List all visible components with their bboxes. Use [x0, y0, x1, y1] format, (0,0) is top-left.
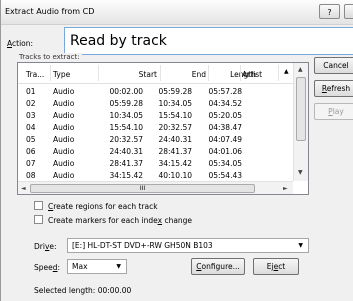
cell-start: 10:34.05 [109, 111, 143, 120]
column-header-start[interactable]: Start [139, 70, 157, 79]
cell-type: Audio [53, 159, 75, 168]
cell-track: 01 [26, 87, 36, 96]
cell-start: 00:02.00 [109, 87, 143, 96]
selected-length: Selected length: 00:00.00 [34, 286, 132, 295]
table-row[interactable]: 05 Audio 20:32.57 24:40.31 04:07.49 [18, 135, 294, 146]
create-markers-label: Create markers for each index change [48, 216, 193, 225]
title-bar: Extract Audio from CD ? [1, 0, 353, 25]
cell-track: 05 [26, 135, 36, 144]
refresh-button[interactable]: Refresh [314, 80, 353, 97]
cell-type: Audio [53, 171, 75, 180]
cell-length: 05:57.28 [208, 87, 242, 96]
cell-length: 05:34.05 [208, 159, 242, 168]
table-row[interactable]: 07 Audio 28:41.37 34:15.42 05:34.05 [18, 159, 294, 170]
cell-length: 04:01.06 [208, 147, 242, 156]
extract-audio-dialog: Extract Audio from CD ? Action: Read by … [0, 0, 353, 301]
cell-type: Audio [53, 87, 75, 96]
cell-length: 05:20.05 [208, 111, 242, 120]
cell-start: 15:54.10 [109, 123, 143, 132]
scroll-up-icon[interactable]: ▲ [298, 66, 303, 73]
scroll-down-icon[interactable]: ▼ [298, 169, 303, 176]
cell-type: Audio [53, 99, 75, 108]
horizontal-scroll-thumb[interactable]: III [30, 184, 255, 193]
table-row[interactable]: 02 Audio 05:59.28 10:34.05 04:34.52 [18, 99, 294, 110]
list-header: Tra... Type Start End Length Artist ▲ [18, 63, 308, 84]
cell-type: Audio [53, 135, 75, 144]
column-header-type[interactable]: Type [53, 70, 70, 79]
cell-track: 08 [26, 171, 36, 180]
cell-end: 40:10.10 [158, 171, 192, 180]
help-button[interactable]: ? [319, 4, 340, 19]
cell-length: 04:34.52 [208, 99, 242, 108]
cell-type: Audio [53, 111, 75, 120]
cell-end: 28:41.37 [158, 147, 192, 156]
cell-start: 05:59.28 [109, 99, 143, 108]
column-header-artist[interactable]: Artist [242, 70, 262, 79]
cell-end: 10:34.05 [158, 99, 192, 108]
cell-track: 04 [26, 123, 36, 132]
cell-end: 15:54.10 [158, 111, 192, 120]
column-header-end[interactable]: End [192, 70, 206, 79]
drive-label: Drive: [34, 242, 57, 251]
cell-track: 07 [26, 159, 36, 168]
configure-button[interactable]: Configure... [191, 258, 245, 275]
vertical-scroll-thumb[interactable] [296, 77, 306, 141]
cell-end: 34:15.42 [158, 159, 192, 168]
tracks-list[interactable]: Tra... Type Start End Length Artist ▲ 01… [17, 62, 309, 195]
cell-length: 04:38.47 [208, 123, 242, 132]
close-button[interactable] [344, 4, 353, 19]
vertical-scrollbar[interactable]: ▲ ▼ [293, 63, 308, 181]
cell-track: 02 [26, 99, 36, 108]
play-button[interactable]: Play [314, 103, 353, 120]
cell-track: 03 [26, 111, 36, 120]
table-row[interactable]: 03 Audio 10:34.05 15:54.10 05:20.05 [18, 111, 294, 122]
cell-end: 05:59.28 [158, 87, 192, 96]
sort-up-icon: ▲ [284, 68, 289, 75]
cell-end: 20:32.57 [158, 123, 192, 132]
chevron-down-icon: ▼ [116, 263, 121, 270]
cell-length: 05:54.43 [208, 171, 242, 180]
horizontal-scrollbar[interactable]: ◄ III ► [18, 181, 293, 194]
cell-track: 06 [26, 147, 36, 156]
drive-select[interactable]: [E:] HL-DT-ST DVD+-RW GH50N B103 ▼ [67, 238, 309, 253]
cell-start: 34:15.42 [109, 171, 143, 180]
create-markers-checkbox[interactable] [34, 215, 43, 224]
cell-type: Audio [53, 147, 75, 156]
cell-type: Audio [53, 123, 75, 132]
table-row[interactable]: 01 Audio 00:02.00 05:59.28 05:57.28 [18, 87, 294, 98]
speed-label: Speed: [34, 263, 61, 272]
cell-start: 24:40.31 [109, 147, 143, 156]
scroll-left-icon[interactable]: ◄ [21, 185, 26, 192]
create-regions-label: Create regions for each track [48, 202, 158, 211]
cancel-button[interactable]: Cancel [314, 57, 353, 74]
table-row[interactable]: 06 Audio 24:40.31 28:41.37 04:01.06 [18, 147, 294, 158]
table-row[interactable]: 04 Audio 15:54.10 20:32.57 04:38.47 [18, 123, 294, 134]
column-header-track[interactable]: Tra... [26, 70, 44, 79]
cell-end: 24:40.31 [158, 135, 192, 144]
speed-select[interactable]: Max ▼ [67, 259, 127, 274]
cell-start: 20:32.57 [109, 135, 143, 144]
action-label: Action: [7, 39, 34, 48]
window-title: Extract Audio from CD [5, 7, 95, 16]
cell-start: 28:41.37 [109, 159, 143, 168]
create-regions-checkbox[interactable] [34, 201, 43, 210]
scroll-right-icon[interactable]: ► [283, 185, 288, 192]
action-select[interactable]: Read by track [64, 27, 353, 55]
cell-length: 04:07.49 [208, 135, 242, 144]
eject-button[interactable]: Eject [253, 258, 299, 275]
tracks-group-label: Tracks to extract: [17, 53, 82, 61]
chevron-down-icon: ▼ [298, 242, 303, 249]
